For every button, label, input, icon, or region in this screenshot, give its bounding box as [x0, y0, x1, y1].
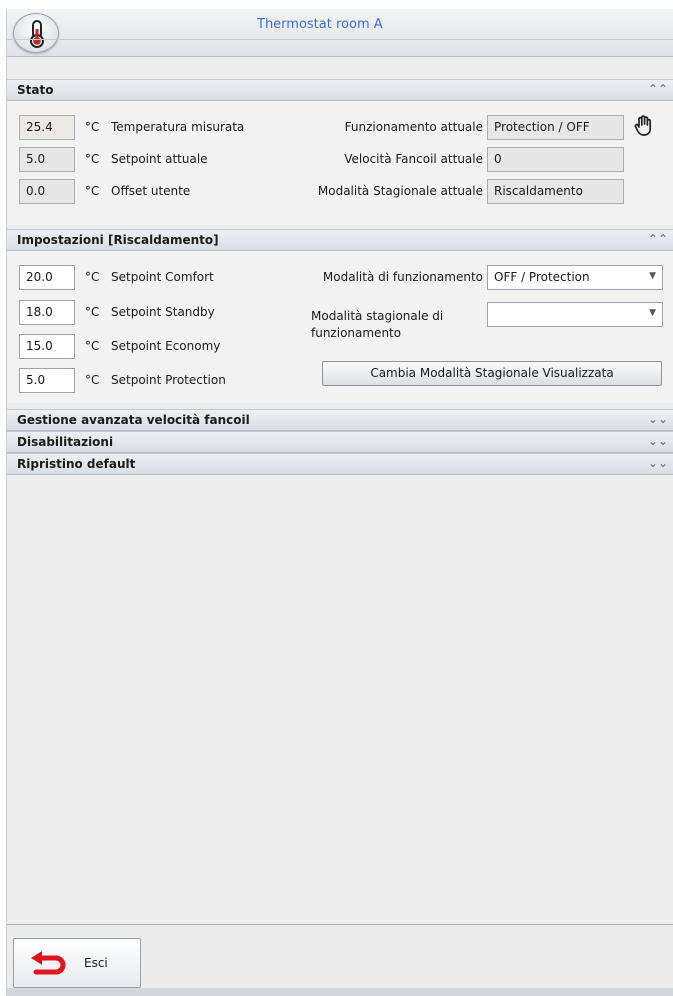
setpoint-economy-input[interactable]: 15.0: [19, 334, 75, 359]
section-header-impostazioni[interactable]: Impostazioni [Riscaldamento] ⌃⌃: [7, 229, 673, 251]
funzionamento-attuale-field: Protection / OFF: [487, 115, 624, 140]
setpoint-attuale-label: Setpoint attuale: [111, 152, 208, 166]
setpoint-protection-input[interactable]: 5.0: [19, 368, 75, 393]
setpoint-comfort-label: Setpoint Comfort: [111, 270, 214, 284]
exit-button[interactable]: Esci: [13, 938, 141, 988]
setpoint-standby-label: Setpoint Standby: [111, 305, 215, 319]
double-chevron-down-icon[interactable]: ⌄⌄: [648, 434, 668, 448]
temperatura-misurata-field: 25.4: [19, 115, 75, 140]
window-bottom-edge: [7, 988, 673, 996]
double-chevron-up-icon[interactable]: ⌃⌃: [648, 232, 668, 246]
unit-label: °C: [85, 339, 100, 353]
temperatura-misurata-label: Temperatura misurata: [111, 120, 245, 134]
dropdown-arrow-icon: ▼: [649, 271, 656, 281]
unit-label: °C: [85, 184, 100, 198]
dropdown-arrow-icon: ▼: [649, 308, 656, 318]
modalita-stagionale-attuale-field: Riscaldamento: [487, 179, 624, 204]
section-header-ripristino[interactable]: Ripristino default ⌄⌄: [7, 453, 673, 475]
funzionamento-attuale-label: Funzionamento attuale: [344, 120, 483, 134]
setpoint-comfort-input[interactable]: 20.0: [19, 265, 75, 290]
setpoint-attuale-field: 5.0: [19, 147, 75, 172]
unit-label: °C: [85, 270, 100, 284]
section-title: Impostazioni [Riscaldamento]: [17, 233, 219, 247]
double-chevron-down-icon[interactable]: ⌄⌄: [648, 456, 668, 470]
modalita-stagionale-select[interactable]: ▼: [487, 302, 663, 327]
modalita-stagionale-label-line2: funzionamento: [311, 326, 402, 340]
impostazioni-panel: 20.0 °C Setpoint Comfort 18.0 °C Setpoin…: [7, 251, 673, 403]
title-bar: Thermostat room A: [7, 9, 673, 57]
unit-label: °C: [85, 120, 100, 134]
title-divider: [7, 39, 673, 40]
window-title: Thermostat room A: [257, 17, 383, 32]
offset-utente-field: 0.0: [19, 179, 75, 204]
section-header-disabilitazioni[interactable]: Disabilitazioni ⌄⌄: [7, 431, 673, 453]
double-chevron-up-icon[interactable]: ⌃⌃: [648, 82, 668, 96]
offset-utente-label: Offset utente: [111, 184, 191, 198]
section-title: Gestione avanzata velocità fancoil: [17, 413, 250, 427]
unit-label: °C: [85, 373, 100, 387]
setpoint-protection-label: Setpoint Protection: [111, 373, 226, 387]
exit-button-label: Esci: [84, 956, 108, 970]
select-value: OFF / Protection: [494, 270, 590, 284]
thermostat-window: Thermostat room A Stato ⌃⌃ 25.4 °C Tempe…: [6, 9, 673, 996]
unit-label: °C: [85, 152, 100, 166]
setpoint-standby-input[interactable]: 18.0: [19, 300, 75, 325]
double-chevron-down-icon[interactable]: ⌄⌄: [648, 412, 668, 426]
modalita-stagionale-attuale-label: Modalità Stagionale attuale: [317, 184, 483, 198]
section-title: Disabilitazioni: [17, 435, 114, 449]
section-title: Stato: [17, 83, 54, 97]
unit-label: °C: [85, 305, 100, 319]
modalita-funzionamento-label: Modalità di funzionamento: [322, 270, 483, 284]
setpoint-economy-label: Setpoint Economy: [111, 339, 221, 353]
thermometer-icon[interactable]: [13, 13, 59, 53]
section-header-gestione[interactable]: Gestione avanzata velocità fancoil ⌄⌄: [7, 409, 673, 431]
modalita-stagionale-label-line1: Modalità stagionale di: [311, 309, 444, 323]
bottom-toolbar: Esci: [7, 924, 673, 996]
section-header-stato[interactable]: Stato ⌃⌃: [7, 79, 673, 101]
section-title: Ripristino default: [17, 457, 136, 471]
cambia-modalita-stagionale-button[interactable]: Cambia Modalità Stagionale Visualizzata: [322, 361, 662, 386]
stato-panel: 25.4 °C Temperatura misurata 5.0 °C Setp…: [7, 101, 673, 225]
velocita-fancoil-label: Velocità Fancoil attuale: [344, 152, 483, 166]
modalita-funzionamento-select[interactable]: OFF / Protection ▼: [487, 265, 663, 290]
velocita-fancoil-field: 0: [487, 147, 624, 172]
hand-icon[interactable]: [632, 114, 656, 141]
back-arrow-icon: [31, 951, 66, 975]
